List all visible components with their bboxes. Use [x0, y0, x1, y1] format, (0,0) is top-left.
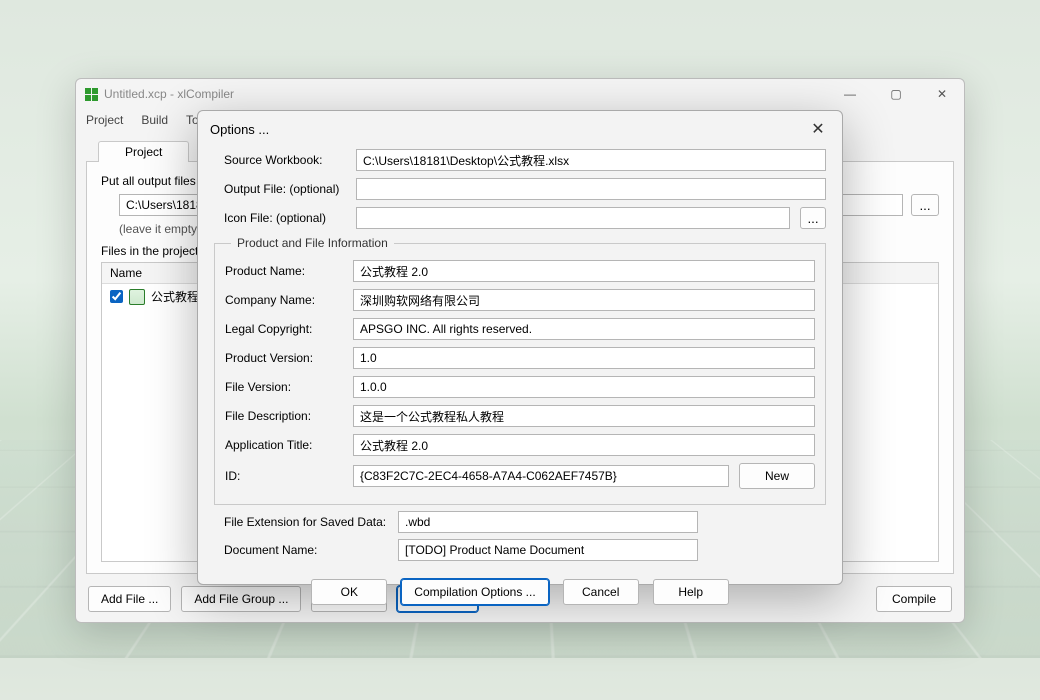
maximize-button[interactable]: ▢ — [882, 87, 910, 101]
id-input[interactable] — [353, 465, 729, 487]
titlebar: Untitled.xcp - xlCompiler — ▢ ✕ — [76, 79, 964, 109]
app-icon — [84, 87, 98, 101]
file-item-checkbox[interactable] — [110, 290, 123, 303]
xlsx-file-icon — [129, 289, 145, 305]
add-file-button[interactable]: Add File ... — [88, 586, 171, 612]
product-info-legend: Product and File Information — [231, 236, 394, 250]
document-name-label: Document Name: — [214, 543, 388, 557]
file-description-input[interactable] — [353, 405, 815, 427]
close-button[interactable]: ✕ — [928, 87, 956, 101]
options-dialog: Options ... ✕ Source Workbook: Output Fi… — [197, 110, 843, 585]
product-info-group: Product and File Information Product Nam… — [214, 236, 826, 505]
tab-project[interactable]: Project — [98, 141, 189, 162]
dialog-title: Options ... — [210, 122, 269, 137]
output-file-label: Output File: (optional) — [214, 182, 346, 196]
application-title-input[interactable] — [353, 434, 815, 456]
application-title-label: Application Title: — [225, 438, 343, 452]
minimize-button[interactable]: — — [836, 87, 864, 101]
legal-copyright-label: Legal Copyright: — [225, 322, 343, 336]
ok-button[interactable]: OK — [311, 579, 387, 605]
product-version-label: Product Version: — [225, 351, 343, 365]
dialog-close-button[interactable]: ✕ — [806, 119, 830, 139]
file-version-input[interactable] — [353, 376, 815, 398]
product-version-input[interactable] — [353, 347, 815, 369]
file-extension-input[interactable] — [398, 511, 698, 533]
output-folder-label: Put all output files in — [101, 174, 208, 188]
document-name-input[interactable] — [398, 539, 698, 561]
file-extension-label: File Extension for Saved Data: — [214, 515, 388, 529]
file-version-label: File Version: — [225, 380, 343, 394]
product-name-label: Product Name: — [225, 264, 343, 278]
window-title: Untitled.xcp - xlCompiler — [104, 87, 234, 101]
new-id-button[interactable]: New — [739, 463, 815, 489]
icon-file-label: Icon File: (optional) — [214, 211, 346, 225]
file-item-label: 公式教程 — [151, 288, 199, 305]
output-file-input[interactable] — [356, 178, 826, 200]
source-workbook-label: Source Workbook: — [214, 153, 346, 167]
icon-file-input[interactable] — [356, 207, 790, 229]
compile-button[interactable]: Compile — [876, 586, 952, 612]
product-name-input[interactable] — [353, 260, 815, 282]
company-name-input[interactable] — [353, 289, 815, 311]
dialog-button-bar: OK Compilation Options ... Cancel Help — [198, 567, 842, 617]
file-description-label: File Description: — [225, 409, 343, 423]
company-name-label: Company Name: — [225, 293, 343, 307]
browse-output-button[interactable]: ... — [911, 194, 939, 216]
help-button[interactable]: Help — [653, 579, 729, 605]
menu-project[interactable]: Project — [86, 113, 123, 127]
compilation-options-button[interactable]: Compilation Options ... — [401, 579, 548, 605]
cancel-button[interactable]: Cancel — [563, 579, 639, 605]
source-workbook-input[interactable] — [356, 149, 826, 171]
browse-icon-button[interactable]: ... — [800, 207, 826, 229]
menu-build[interactable]: Build — [141, 113, 168, 127]
legal-copyright-input[interactable] — [353, 318, 815, 340]
id-label: ID: — [225, 469, 343, 483]
